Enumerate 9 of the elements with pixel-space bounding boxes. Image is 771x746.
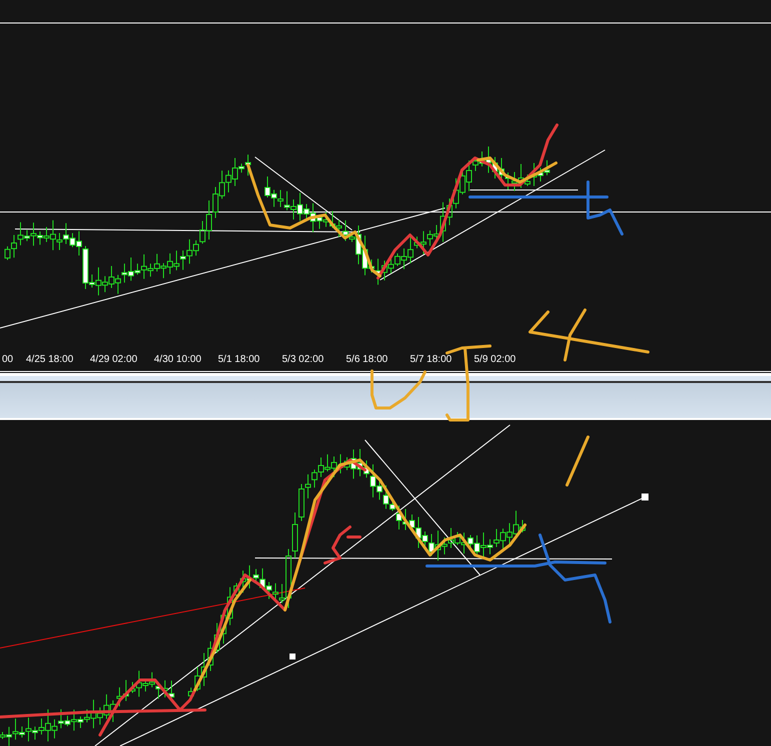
axis-label: 4/25 18:00 — [26, 354, 74, 365]
axis-label: 5/9 02:00 — [474, 354, 517, 365]
axis-label: 5/3 02:00 — [282, 354, 325, 365]
axis-label: 5/7 18:00 — [410, 354, 453, 365]
axis-label: 4/30 10:00 — [154, 354, 202, 365]
axis-label: 5/1 18:00 — [218, 354, 261, 365]
axis-label: 00 — [1, 354, 14, 365]
axis-label: 5/6 18:00 — [346, 354, 389, 365]
axis-label: 4/29 02:00 — [90, 354, 138, 365]
